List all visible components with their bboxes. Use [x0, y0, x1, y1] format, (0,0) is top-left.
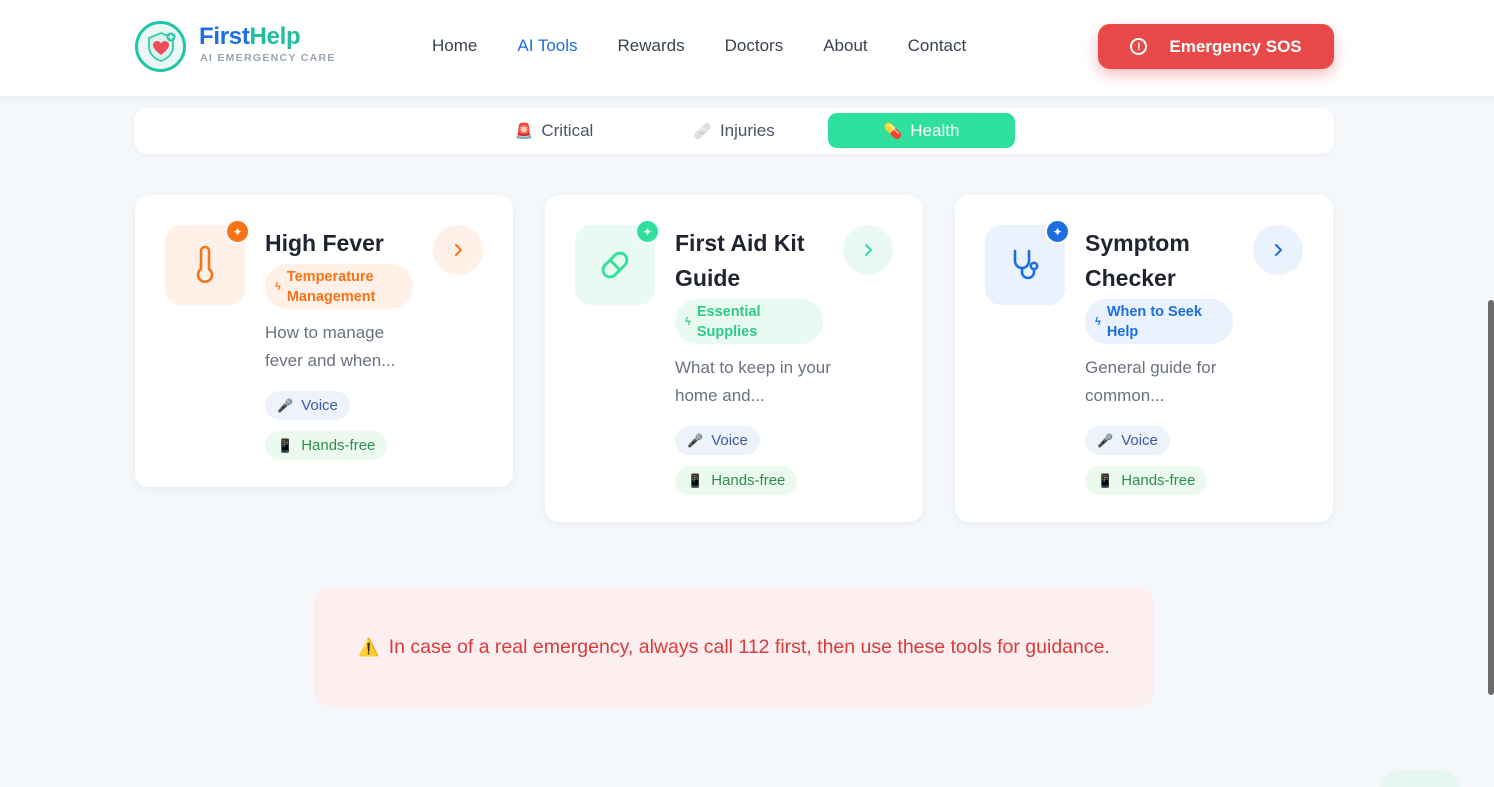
emergency-sos-button[interactable]: ! Emergency SOS [1098, 24, 1334, 69]
nav-home[interactable]: Home [432, 36, 477, 56]
tab-health-label: Health [910, 120, 960, 140]
badge-label: Temperature Management [286, 268, 376, 305]
bandage-icon: 🩹 [693, 122, 712, 140]
siren-icon: 🚨 [514, 122, 534, 140]
warning-icon: ⚠️ [358, 637, 380, 657]
voice-label: Voice [301, 397, 338, 414]
voice-chip[interactable]: 🎤 Voice [675, 426, 760, 455]
tab-injuries[interactable]: 🩹 Injuries [654, 113, 814, 148]
badge-label: When to Seek Help [1106, 303, 1202, 340]
thermometer-icon [196, 245, 214, 283]
card-description: What to keep in your home and... [675, 358, 831, 405]
category-badge: ϟ Essential Supplies [675, 299, 823, 344]
chevron-right-icon [1275, 244, 1282, 256]
voice-chip[interactable]: 🎤 Voice [265, 391, 350, 420]
sparkle-icon: ✦ [1045, 219, 1070, 244]
pill-icon [601, 251, 629, 279]
chevron-right-icon [455, 244, 462, 256]
open-card-button[interactable] [843, 225, 893, 275]
emergency-sos-label: Emergency SOS [1169, 36, 1302, 56]
bolt-icon: ϟ [685, 315, 691, 328]
heart-shield-icon [147, 31, 175, 62]
tab-health[interactable]: 💊 Health [828, 113, 1015, 148]
microphone-icon: 🎤 [1097, 432, 1114, 448]
nav-about[interactable]: About [823, 36, 867, 56]
brand-subtitle: AI EMERGENCY CARE [200, 52, 336, 64]
open-card-button[interactable] [433, 225, 483, 275]
hands-free-chip[interactable]: 📱 Hands-free [265, 431, 388, 460]
nav-contact[interactable]: Contact [908, 36, 967, 56]
bolt-icon: ϟ [275, 280, 281, 293]
microphone-icon: 🎤 [277, 397, 294, 413]
hands-free-label: Hands-free [1121, 472, 1196, 489]
tool-card-high-fever[interactable]: ✦ High Fever ϟ Temperature Management Ho… [135, 195, 513, 487]
logo[interactable] [135, 21, 186, 72]
chevron-right-icon [865, 244, 872, 256]
card-description: How to manage fever and when... [265, 323, 396, 370]
main-nav: Home AI Tools Rewards Doctors About Cont… [412, 36, 986, 56]
tab-critical[interactable]: 🚨 Critical [474, 113, 634, 148]
category-badge: ϟ Temperature Management [265, 264, 413, 309]
open-card-button[interactable] [1253, 225, 1303, 275]
header: FirstHelp AI EMERGENCY CARE Home AI Tool… [0, 0, 1494, 96]
sparkle-icon: ✦ [225, 219, 250, 244]
voice-chip[interactable]: 🎤 Voice [1085, 426, 1170, 455]
phone-icon: 📱 [1097, 472, 1114, 488]
page-scrollbar[interactable] [1488, 300, 1494, 695]
tab-critical-label: Critical [541, 120, 594, 140]
voice-label: Voice [711, 432, 748, 449]
card-description: General guide for common... [1085, 358, 1217, 405]
tool-card-first-aid-kit[interactable]: ✦ First Aid Kit Guide ϟ Essential Suppli… [545, 195, 923, 522]
card-title: Symptom Checker [1085, 230, 1190, 291]
card-title: High Fever [265, 230, 384, 256]
category-badge: ϟ When to Seek Help [1085, 299, 1233, 344]
nav-doctors[interactable]: Doctors [725, 36, 784, 56]
category-tabs: 🚨 Critical 🩹 Injuries 💊 Health [134, 108, 1334, 154]
sparkle-icon: ✦ [635, 219, 660, 244]
brand-title-help: Help [249, 23, 301, 50]
pill-icon: 💊 [883, 122, 903, 140]
tool-card-symptom-checker[interactable]: ✦ Symptom Checker ϟ When to Seek Help Ge… [955, 195, 1333, 522]
emergency-warning-banner: ⚠️ In case of a real emergency, always c… [314, 587, 1154, 707]
badge-label: Essential Supplies [696, 303, 761, 340]
stethoscope-icon [1013, 249, 1039, 280]
floating-widget[interactable] [1380, 770, 1460, 787]
hands-free-chip[interactable]: 📱 Hands-free [675, 466, 798, 495]
warning-text: In case of a real emergency, always call… [388, 635, 1110, 658]
hands-free-label: Hands-free [301, 437, 376, 454]
nav-ai-tools[interactable]: AI Tools [517, 36, 577, 56]
warning-text-wrap: ⚠️ In case of a real emergency, always c… [358, 632, 1110, 663]
phone-icon: 📱 [687, 472, 704, 488]
card-title: First Aid Kit Guide [675, 230, 805, 291]
hands-free-chip[interactable]: 📱 Hands-free [1085, 466, 1208, 495]
voice-label: Voice [1121, 432, 1158, 449]
hands-free-label: Hands-free [711, 472, 786, 489]
alert-circle-icon: ! [1130, 38, 1148, 55]
phone-icon: 📱 [277, 437, 294, 453]
brand-title-first: First [199, 23, 250, 50]
nav-rewards[interactable]: Rewards [618, 36, 685, 56]
microphone-icon: 🎤 [687, 432, 704, 448]
bolt-icon: ϟ [1095, 315, 1101, 328]
brand-title[interactable]: FirstHelp [199, 23, 301, 51]
tab-injuries-label: Injuries [719, 120, 775, 140]
